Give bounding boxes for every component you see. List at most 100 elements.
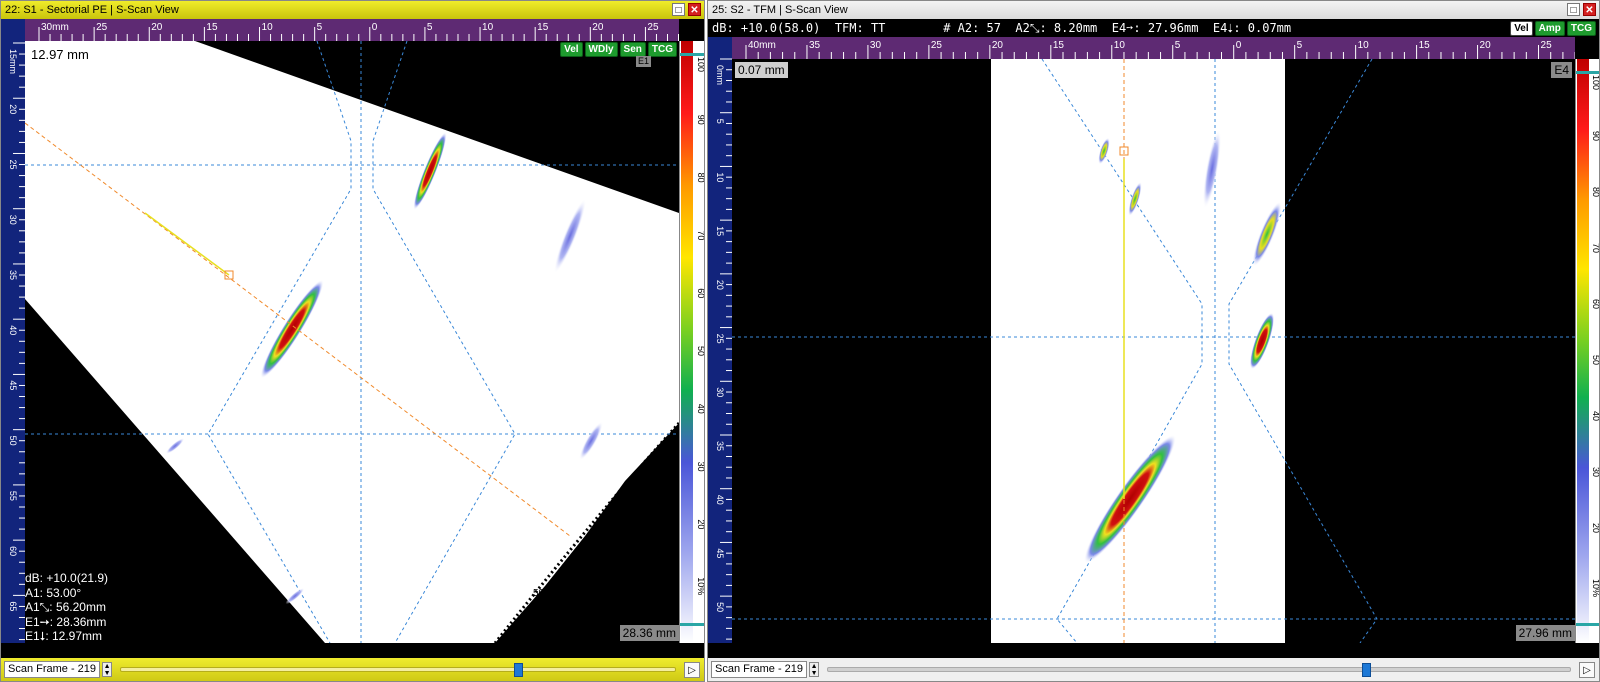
ruler-label: 20 xyxy=(992,40,1004,51)
ruler-label: 25 xyxy=(931,40,943,51)
amplitude-color-bar[interactable]: 100 90 80 70 60 50 40 30 20 10% xyxy=(679,41,704,643)
scan-frame-slider[interactable] xyxy=(120,663,676,677)
cursor-value: 12.97 mm xyxy=(31,47,89,62)
amplitude-color-bar[interactable]: 100 90 80 70 60 50 40 30 20 10% xyxy=(1575,59,1599,643)
scan-frame-spinner[interactable]: ▲ ▼ xyxy=(102,662,113,677)
bottom-readout: 27.96 mm xyxy=(1515,625,1575,641)
ruler-label: 50 xyxy=(8,436,18,446)
stat-index: E1➙: 28.36mm xyxy=(25,614,107,629)
colorbar-label: 30 xyxy=(1591,467,1599,477)
colorbar-label: 50 xyxy=(1591,355,1599,365)
cursor-value: 0.07 mm xyxy=(735,62,788,78)
colorbar-label: 10% xyxy=(1591,579,1599,597)
stat-angle: A1: 53.00° xyxy=(25,585,82,600)
ruler-label: 20 xyxy=(715,280,725,290)
badge-amp[interactable]: Amp xyxy=(1534,21,1565,36)
stat-depth: E1⭣: 12.97mm xyxy=(25,629,103,643)
ruler-label: 30mm xyxy=(41,22,69,33)
window-title: 25: S2 - TFM | S-Scan View xyxy=(712,4,848,16)
ruler-label: 10 xyxy=(262,22,274,33)
colorbar-label: 40 xyxy=(696,404,704,414)
colorbar-label: 10% xyxy=(696,577,704,595)
angle-label-55: 55 xyxy=(609,511,621,522)
badge-tcg[interactable]: TCG xyxy=(647,42,677,57)
colorbar-label: 50 xyxy=(696,346,704,356)
ruler-label: 25 xyxy=(647,22,659,33)
sscan-image: 55 50 xyxy=(25,41,679,643)
ruler-label: 35 xyxy=(809,40,821,51)
ruler-label: 35 xyxy=(715,441,725,451)
ruler-label: 40 xyxy=(715,495,725,505)
play-button[interactable]: ▷ xyxy=(1579,661,1595,678)
ruler-label: 35 xyxy=(8,270,18,280)
ruler-label: 40mm xyxy=(748,40,776,51)
ruler-label: 15 xyxy=(1053,40,1065,51)
tfm-zone xyxy=(991,59,1285,643)
scan-frame-bar: Scan Frame - 219 ▲ ▼ ▷ xyxy=(708,658,1599,681)
ruler-label: 10 xyxy=(482,22,494,33)
badge-vel[interactable]: Vel xyxy=(1510,21,1533,36)
maximize-button[interactable]: □ xyxy=(672,3,685,16)
play-button[interactable]: ▷ xyxy=(684,661,700,678)
slider-thumb[interactable] xyxy=(514,663,524,677)
status-badges: Vel Amp TCG xyxy=(1510,21,1596,36)
scan-frame-label: Scan Frame - 219 xyxy=(4,661,101,678)
ruler-label: 45 xyxy=(715,548,725,558)
colorbar-label: 100 xyxy=(1591,75,1599,90)
horizontal-ruler: 30mm 25 20 15 10 5 0 5 10 15 20 25 xyxy=(25,19,679,41)
badge-vel[interactable]: Vel xyxy=(560,42,583,57)
ruler-label: 10 xyxy=(715,172,725,182)
slider-thumb[interactable] xyxy=(1362,663,1372,677)
ruler-label: 45 xyxy=(8,380,18,390)
maximize-button[interactable]: □ xyxy=(1567,3,1580,16)
colorbar-label: 20 xyxy=(696,519,704,529)
scan-frame-spinner[interactable]: ▲ ▼ xyxy=(809,662,820,677)
vertical-ruler: 15mm 20 25 30 35 40 45 50 55 60 65 xyxy=(1,19,25,643)
vertical-ruler: 0mm 5 10 15 20 25 30 35 40 45 50 xyxy=(708,37,732,643)
ruler-label: 20 xyxy=(151,22,163,33)
badge-sen[interactable]: Sen xyxy=(619,42,646,57)
status-badges: Vel WDly Sen TCG xyxy=(560,42,677,57)
ruler-label: 60 xyxy=(8,546,18,556)
colorbar-label: 90 xyxy=(1591,131,1599,141)
measurement-readouts: dB: +10.0(21.9) A1: 53.00° A1⤡: 56.20mm … xyxy=(25,571,108,643)
ruler-label: 20 xyxy=(1480,40,1492,51)
ruler-label: 25 xyxy=(1541,40,1553,51)
close-button[interactable]: ✕ xyxy=(1583,3,1596,16)
tfm-image xyxy=(732,59,1575,643)
ruler-label: 15 xyxy=(1419,40,1431,51)
stat-soundpath: A1⤡: 56.20mm xyxy=(25,600,106,614)
sscan-plot[interactable]: 55 50 12.97 mm Vel WDly Sen TCG E1 dB: +… xyxy=(25,41,679,643)
window-title-bar[interactable]: 25: S2 - TFM | S-Scan View □ ✕ xyxy=(708,1,1599,19)
ruler-label: 20 xyxy=(592,22,604,33)
ruler-label: 15 xyxy=(537,22,549,33)
ruler-label: 15mm xyxy=(8,49,18,74)
ruler-label: 5 xyxy=(1175,40,1181,51)
colorbar-label: 20 xyxy=(1591,523,1599,533)
ruler-label: 25 xyxy=(96,22,108,33)
ruler-label: 55 xyxy=(8,491,18,501)
colorbar-label: 60 xyxy=(1591,299,1599,309)
window-title: 22: S1 - Sectorial PE | S-Scan View xyxy=(5,4,179,16)
angle-label-50: 50 xyxy=(533,588,545,599)
window-title-bar[interactable]: 22: S1 - Sectorial PE | S-Scan View □ ✕ xyxy=(1,1,704,19)
ruler-label: 25 xyxy=(8,159,18,169)
ruler-label: 25 xyxy=(715,334,725,344)
ruler-label: 40 xyxy=(8,325,18,335)
tfm-plot[interactable]: 0.07 mm E4 27.96 mm xyxy=(732,59,1575,643)
colorbar-label: 40 xyxy=(1591,411,1599,421)
colorbar-label: 30 xyxy=(696,462,704,472)
cursor-tag: E1 xyxy=(635,56,651,67)
badge-tcg[interactable]: TCG xyxy=(1566,21,1596,36)
ruler-label: 0 xyxy=(372,22,378,33)
ruler-label: 5 xyxy=(1297,40,1303,51)
ruler-label: 15 xyxy=(715,226,725,236)
ruler-label: 30 xyxy=(715,387,725,397)
ruler-label: 10 xyxy=(1114,40,1126,51)
tfm-scan-window: 25: S2 - TFM | S-Scan View □ ✕ dB: +10.0… xyxy=(707,0,1600,682)
colorbar-label: 80 xyxy=(696,173,704,183)
scan-frame-slider[interactable] xyxy=(827,663,1571,677)
colorbar-label: 100 xyxy=(696,57,704,72)
badge-wdly[interactable]: WDly xyxy=(584,42,618,57)
close-button[interactable]: ✕ xyxy=(688,3,701,16)
